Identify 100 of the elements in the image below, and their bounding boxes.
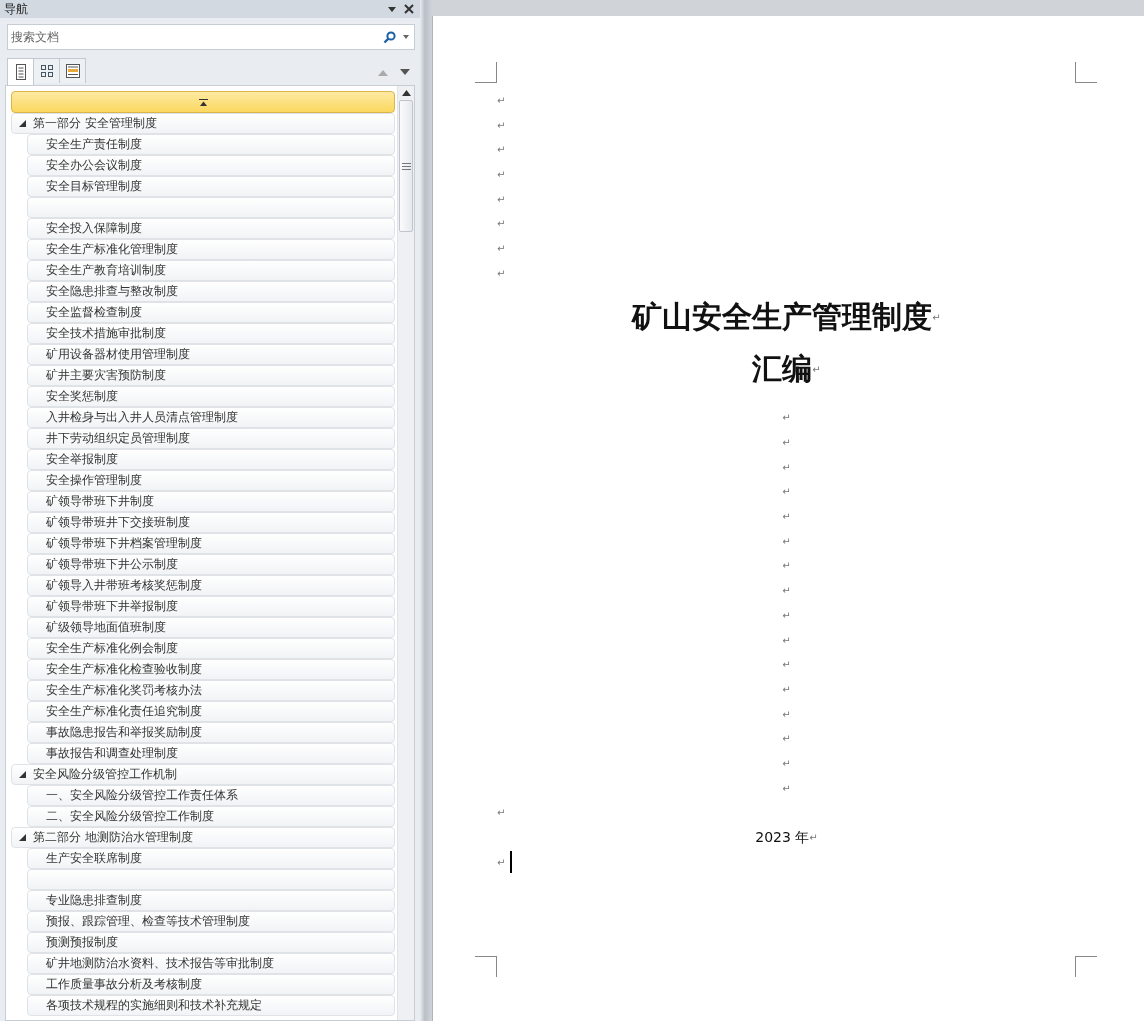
paragraph-mark: ↵ <box>782 634 791 646</box>
heading-item[interactable]: 安全生产标准化例会制度 <box>27 638 395 659</box>
heading-item[interactable]: 各项技术规程的实施细则和技术补充规定 <box>27 995 395 1016</box>
heading-item[interactable]: 安全生产标准化责任追究制度 <box>27 701 395 722</box>
heading-item[interactable]: 生产安全联席制度 <box>27 848 395 869</box>
scroll-up-icon[interactable] <box>401 90 411 96</box>
paragraph-mark: ↵ <box>812 364 821 375</box>
heading-item[interactable]: 预测预报制度 <box>27 932 395 953</box>
crop-mark <box>1075 956 1097 977</box>
paragraph-mark: ↵ <box>782 708 791 720</box>
grip-icon <box>401 162 411 170</box>
heading-item[interactable]: 矿领导带班下井公示制度 <box>27 554 395 575</box>
heading-item[interactable]: 安全监督检查制度 <box>27 302 395 323</box>
search-field[interactable]: 搜索文档 <box>7 24 415 50</box>
heading-item[interactable]: 事故隐患报告和举报奖励制度 <box>27 722 395 743</box>
paragraph-mark: ↵ <box>782 757 791 769</box>
heading-label: 第一部分 安全管理制度 <box>33 115 157 132</box>
heading-item[interactable]: 矿领导带班下井制度 <box>27 491 395 512</box>
paragraph-mark: ↵ <box>782 683 791 695</box>
paragraph-mark: ↵ <box>782 511 791 523</box>
close-icon[interactable] <box>404 4 414 14</box>
heading-item[interactable]: 安全生产标准化管理制度 <box>27 239 395 260</box>
heading-item[interactable]: 安全举报制度 <box>27 449 395 470</box>
paragraph-mark: ↵ <box>782 560 791 572</box>
paragraph-mark: ↵ <box>497 856 506 868</box>
heading-item[interactable]: 矿井主要灾害预防制度 <box>27 365 395 386</box>
expand-triangle-icon[interactable] <box>19 771 26 778</box>
heading-item[interactable]: 矿井地测防治水资料、技术报告等审批制度 <box>27 953 395 974</box>
paragraph-mark: ↵ <box>497 94 506 106</box>
document-title: 矿山安全生产管理制度 <box>632 298 933 336</box>
paragraph-mark: ↵ <box>782 412 791 424</box>
heading-item[interactable]: 第二部分 地测防治水管理制度 <box>11 827 395 848</box>
paragraph-mark: ↵ <box>782 461 791 473</box>
heading-item[interactable]: 安全办公会议制度 <box>27 155 395 176</box>
next-icon[interactable] <box>400 69 410 76</box>
collapse-icon <box>198 98 208 106</box>
expand-triangle-icon[interactable] <box>19 120 26 127</box>
paragraph-mark: ↵ <box>497 267 506 279</box>
heading-item[interactable]: 安全生产标准化奖罚考核办法 <box>27 680 395 701</box>
heading-item[interactable]: 安全技术措施审批制度 <box>27 323 395 344</box>
heading-item[interactable]: 一、安全风险分级管控工作责任体系 <box>27 785 395 806</box>
heading-item[interactable]: 矿领导带班井下交接班制度 <box>27 512 395 533</box>
heading-item[interactable]: 安全风险分级管控工作机制 <box>11 764 395 785</box>
results-icon <box>65 64 80 78</box>
paragraph-mark: ↵ <box>497 242 506 254</box>
heading-item[interactable]: 安全投入保障制度 <box>27 218 395 239</box>
heading-label: 安全风险分级管控工作机制 <box>33 766 177 783</box>
heading-item[interactable]: 矿用设备器材使用管理制度 <box>27 344 395 365</box>
heading-item[interactable]: 井下劳动组织定员管理制度 <box>27 428 395 449</box>
paragraph-mark: ↵ <box>782 782 791 794</box>
heading-item[interactable]: 事故报告和调查处理制度 <box>27 743 395 764</box>
expand-triangle-icon[interactable] <box>19 834 26 841</box>
paragraph-mark: ↵ <box>782 535 791 547</box>
heading-item[interactable]: 矿领导带班下井举报制度 <box>27 596 395 617</box>
search-icon[interactable] <box>383 30 396 44</box>
document-title: 汇编 <box>752 350 813 388</box>
heading-item[interactable]: 工作质量事故分析及考核制度 <box>27 974 395 995</box>
tab[interactable] <box>33 58 60 83</box>
heading-item[interactable]: 专业隐患排查制度 <box>27 890 395 911</box>
headings-icon <box>14 64 27 80</box>
paragraph-mark: ↵ <box>809 832 818 844</box>
document-text: 2023 年 <box>755 828 810 847</box>
paragraph-mark: ↵ <box>932 312 941 323</box>
paragraph-mark: ↵ <box>782 659 791 671</box>
heading-item[interactable]: 第一部分 安全管理制度 <box>11 113 395 134</box>
heading-item[interactable]: 安全奖惩制度 <box>27 386 395 407</box>
heading-item[interactable]: 安全生产教育培训制度 <box>27 260 395 281</box>
heading-item[interactable]: 安全生产标准化检查验收制度 <box>27 659 395 680</box>
search-input[interactable]: 搜索文档 <box>11 30 378 44</box>
paragraph-mark: ↵ <box>497 144 506 156</box>
tab[interactable] <box>7 58 34 85</box>
heading-label: 第二部分 地测防治水管理制度 <box>33 829 193 846</box>
heading-item[interactable]: 安全生产责任制度 <box>27 134 395 155</box>
dropdown-icon[interactable] <box>387 4 397 14</box>
scroll-thumb[interactable] <box>399 100 413 232</box>
paragraph-mark: ↵ <box>497 168 506 180</box>
heading-item[interactable]: 矿领导入井带班考核奖惩制度 <box>27 575 395 596</box>
paragraph-mark: ↵ <box>497 119 506 131</box>
crop-mark <box>475 62 497 83</box>
heading-item[interactable]: 二、安全风险分级管控工作制度 <box>27 806 395 827</box>
caret-icon[interactable] <box>403 35 409 39</box>
heading-item[interactable]: 安全目标管理制度 <box>27 176 395 197</box>
tab[interactable] <box>59 58 86 83</box>
crop-mark <box>475 956 497 977</box>
paragraph-mark: ↵ <box>497 193 506 205</box>
heading-item[interactable]: 矿级领导地面值班制度 <box>27 617 395 638</box>
paragraph-mark: ↵ <box>782 486 791 498</box>
paragraph-mark: ↵ <box>782 609 791 621</box>
heading-item[interactable]: 安全操作管理制度 <box>27 470 395 491</box>
scrollbar[interactable] <box>397 86 414 1020</box>
paragraph-mark: ↵ <box>782 437 791 449</box>
heading-item[interactable]: 安全隐患排查与整改制度 <box>27 281 395 302</box>
paragraph-mark: ↵ <box>497 218 506 230</box>
heading-item[interactable]: 预报、跟踪管理、检查等技术管理制度 <box>27 911 395 932</box>
pane-title: 导航 <box>4 0 29 18</box>
crop-mark <box>1075 62 1097 83</box>
paragraph-mark: ↵ <box>782 733 791 745</box>
heading-item[interactable]: 入井检身与出入井人员清点管理制度 <box>27 407 395 428</box>
heading-item[interactable]: 矿领导带班下井档案管理制度 <box>27 533 395 554</box>
paragraph-mark: ↵ <box>497 807 506 819</box>
